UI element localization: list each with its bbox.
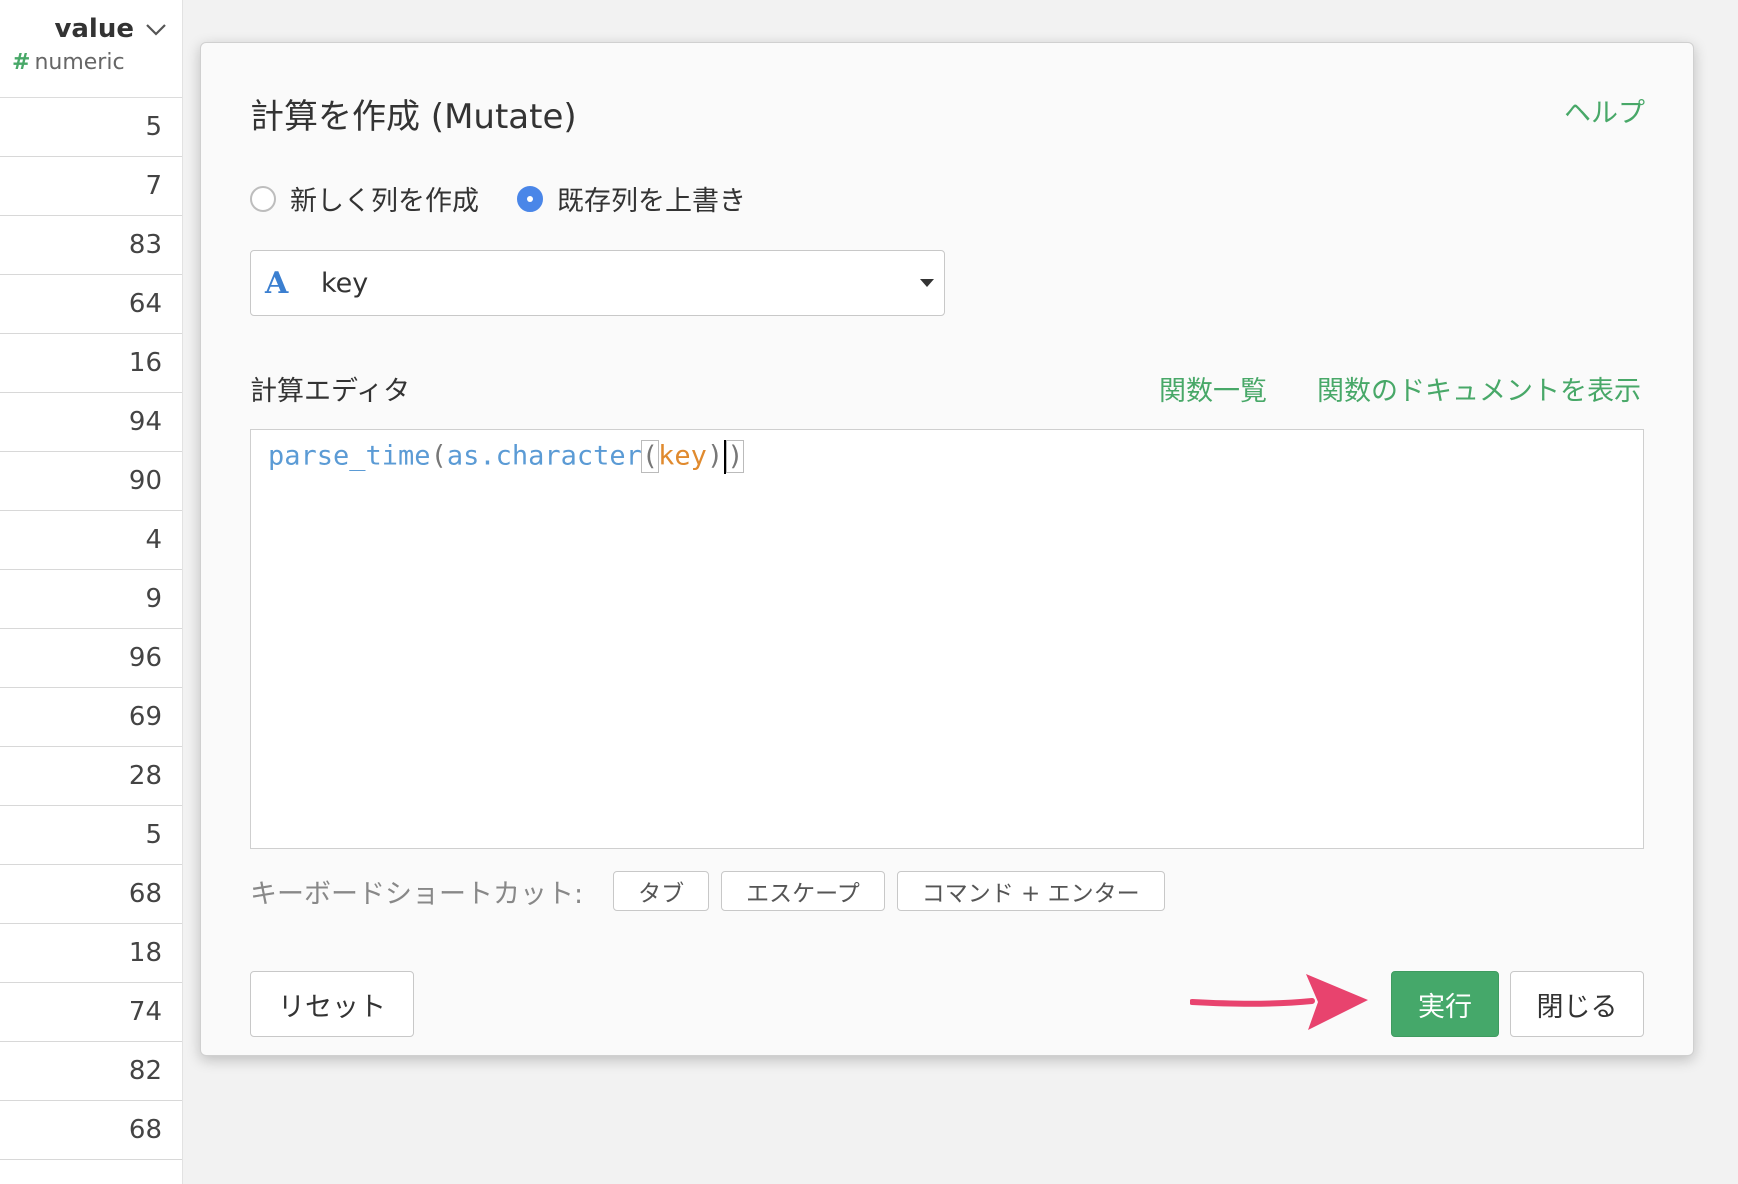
table-cell: 68	[0, 865, 182, 924]
table-cell: 69	[0, 688, 182, 747]
shortcuts-label: キーボードショートカット:	[250, 878, 584, 910]
column-header[interactable]: value # numeric	[0, 0, 182, 98]
keyboard-shortcuts: キーボードショートカット: タブ エスケープ コマンド + エンター	[250, 871, 1177, 911]
text-type-icon: A	[265, 265, 289, 301]
code-function: as.character	[446, 440, 642, 472]
table-cell: 90	[0, 452, 182, 511]
table-cell: 5	[0, 806, 182, 865]
text-cursor	[724, 440, 727, 474]
column-select-value: key	[321, 267, 369, 299]
reset-button[interactable]: リセット	[250, 971, 414, 1037]
radio-overwrite-column-label: 既存列を上書き	[557, 186, 746, 217]
shortcut-key: エスケープ	[721, 871, 885, 911]
table-cell: 74	[0, 983, 182, 1042]
table-cell: 7	[0, 157, 182, 216]
table-cell: 82	[0, 1042, 182, 1101]
code-editor[interactable]: parse_time(as.character(key))	[250, 429, 1644, 849]
column-type-label: numeric	[34, 50, 125, 75]
chevron-down-icon[interactable]	[144, 22, 168, 38]
radio-new-column-label: 新しく列を作成	[290, 186, 479, 217]
close-button[interactable]: 閉じる	[1510, 971, 1644, 1037]
code-paren: (	[430, 440, 447, 472]
column-values: 5 7 83 64 16 94 90 4 9 96 69 28 5 68 18 …	[0, 98, 182, 1160]
numeric-type-icon: #	[12, 50, 31, 75]
editor-label: 計算エディタ	[250, 376, 411, 407]
help-link[interactable]: ヘルプ	[1564, 91, 1645, 130]
table-cell: 28	[0, 747, 182, 806]
editor-links: 関数一覧 関数のドキュメントを表示	[1109, 369, 1641, 408]
data-column: value # numeric 5 7 83 64 16 94 90 4 9 96…	[0, 0, 183, 1184]
caret-down-icon	[920, 279, 934, 287]
code-paren-highlighted: )	[726, 439, 745, 473]
table-cell: 5	[0, 98, 182, 157]
table-cell: 16	[0, 334, 182, 393]
code-paren-highlighted: (	[640, 439, 660, 473]
radio-overwrite-column[interactable]: 既存列を上書き	[517, 179, 746, 218]
mode-radio-group: 新しく列を作成 既存列を上書き	[250, 179, 784, 218]
radio-unchecked-icon[interactable]	[250, 185, 276, 212]
function-list-link[interactable]: 関数一覧	[1159, 369, 1267, 408]
table-cell: 94	[0, 393, 182, 452]
table-cell: 4	[0, 511, 182, 570]
mutate-dialog: 計算を作成 (Mutate) ヘルプ 新しく列を作成 既存列を上書き A key…	[200, 42, 1694, 1056]
column-select[interactable]: A key	[250, 250, 945, 316]
radio-checked-icon[interactable]	[517, 185, 543, 212]
table-cell: 18	[0, 924, 182, 983]
code-paren: )	[706, 440, 724, 472]
code-argument: key	[658, 440, 707, 472]
function-docs-link[interactable]: 関数のドキュメントを表示	[1317, 369, 1641, 408]
table-cell: 9	[0, 570, 182, 629]
code-function: parse_time	[268, 440, 431, 472]
radio-new-column[interactable]: 新しく列を作成	[250, 179, 479, 218]
column-name: value	[54, 14, 134, 44]
shortcut-key: タブ	[613, 871, 710, 911]
annotation-arrow-icon	[1190, 974, 1368, 1030]
code-line: parse_time(as.character(key))	[268, 439, 745, 474]
column-type: # numeric	[12, 50, 125, 75]
table-cell: 68	[0, 1101, 182, 1160]
table-cell: 96	[0, 629, 182, 688]
shortcut-key: コマンド + エンター	[896, 871, 1165, 911]
run-button[interactable]: 実行	[1391, 971, 1499, 1037]
dialog-title: 計算を作成 (Mutate)	[250, 97, 577, 137]
table-cell: 83	[0, 216, 182, 275]
table-cell: 64	[0, 275, 182, 334]
